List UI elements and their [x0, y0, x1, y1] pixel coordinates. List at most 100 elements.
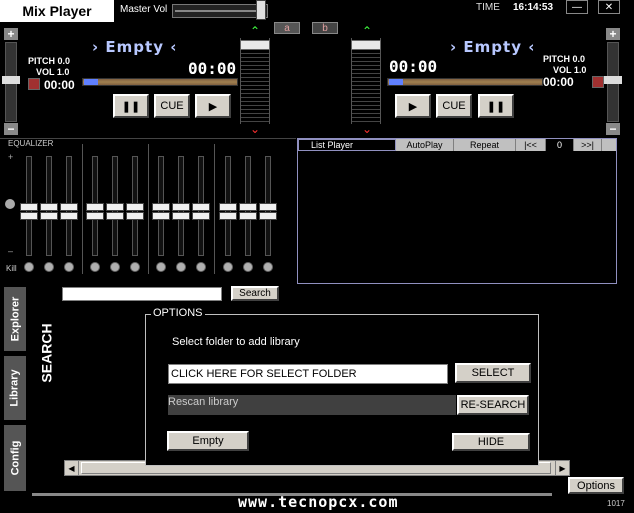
- kill-button[interactable]: [243, 262, 253, 272]
- kill-button[interactable]: [196, 262, 206, 272]
- rescan-label: Rescan library: [168, 395, 456, 415]
- cue-button-left[interactable]: CUE: [154, 94, 190, 118]
- reset-pitch-left[interactable]: [28, 78, 40, 90]
- pause-button-right[interactable]: ❚❚: [478, 94, 514, 118]
- deck-name-left: › Empty ‹: [92, 38, 178, 56]
- pitch-minus-right[interactable]: −: [606, 122, 620, 136]
- list-player-panel[interactable]: List Player AutoPlay Repeat |<< 0 >>|: [297, 138, 617, 284]
- kill-button[interactable]: [110, 262, 120, 272]
- progress-bar-left[interactable]: [82, 78, 238, 86]
- reset-pitch-right[interactable]: [592, 76, 604, 88]
- kill-button[interactable]: [176, 262, 186, 272]
- kill-button[interactable]: [90, 262, 100, 272]
- hide-button[interactable]: HIDE: [452, 433, 530, 451]
- eq-slider-knob[interactable]: [239, 212, 257, 220]
- volume-up-icon-right[interactable]: ⌃: [362, 24, 372, 38]
- play-button-left[interactable]: ▶: [195, 94, 231, 118]
- progress-marker-left[interactable]: [84, 79, 98, 85]
- kill-button[interactable]: [156, 262, 166, 272]
- autoplay-button[interactable]: AutoPlay: [396, 139, 454, 151]
- volume-down-icon-left[interactable]: ⌄: [250, 122, 260, 136]
- pitch-knob-right[interactable]: [604, 76, 622, 84]
- eq-slider-knob[interactable]: [152, 212, 170, 220]
- repeat-button[interactable]: Repeat: [454, 139, 516, 151]
- kill-button[interactable]: [263, 262, 273, 272]
- kill-button[interactable]: [130, 262, 140, 272]
- volume-down-icon-right[interactable]: ⌄: [362, 122, 372, 136]
- pause-icon: ❚❚: [121, 100, 141, 113]
- volume-fader-right[interactable]: [351, 38, 381, 124]
- eq-slider-knob[interactable]: [259, 203, 277, 211]
- eq-slider-knob[interactable]: [60, 203, 78, 211]
- master-vol-knob[interactable]: [256, 0, 266, 20]
- pitch-minus-left[interactable]: −: [4, 122, 18, 136]
- eq-slider-knob[interactable]: [86, 203, 104, 211]
- pause-button-left[interactable]: ❚❚: [113, 94, 149, 118]
- tab-library[interactable]: Library: [4, 356, 26, 420]
- select-button[interactable]: SELECT: [455, 363, 531, 383]
- b-button[interactable]: b: [312, 22, 338, 34]
- prev-button[interactable]: |<<: [516, 139, 546, 151]
- eq-slider-knob[interactable]: [20, 203, 38, 211]
- eq-slider-knob[interactable]: [172, 212, 190, 220]
- version-label: 1017: [607, 499, 625, 508]
- kill-button[interactable]: [223, 262, 233, 272]
- options-button[interactable]: Options: [568, 477, 624, 494]
- eq-slider-knob[interactable]: [172, 203, 190, 211]
- eq-slider-knob[interactable]: [219, 203, 237, 211]
- play-icon: ▶: [408, 100, 418, 113]
- eq-slider-knob[interactable]: [106, 203, 124, 211]
- progress-bar-right[interactable]: [387, 78, 543, 86]
- eq-slider-knob[interactable]: [192, 203, 210, 211]
- a-button[interactable]: a: [274, 22, 300, 34]
- eq-group-divider: [148, 144, 149, 274]
- eq-slider-knob[interactable]: [126, 203, 144, 211]
- scroll-right-icon[interactable]: ▶: [555, 461, 569, 475]
- search-side-label: SEARCH: [39, 323, 55, 383]
- scroll-left-icon[interactable]: ◀: [65, 461, 79, 475]
- next-button[interactable]: >>|: [574, 139, 602, 151]
- volume-fader-knob-right[interactable]: [351, 40, 381, 50]
- volume-up-icon-left[interactable]: ⌃: [250, 24, 260, 38]
- close-button[interactable]: ✕: [598, 0, 620, 14]
- search-input[interactable]: [62, 287, 222, 301]
- volume-fader-left[interactable]: [240, 38, 270, 124]
- cue-button-right[interactable]: CUE: [436, 94, 472, 118]
- master-vol-slider[interactable]: [172, 4, 268, 18]
- eq-slider-knob[interactable]: [40, 212, 58, 220]
- close-icon: ✕: [604, 1, 614, 13]
- kill-button[interactable]: [24, 262, 34, 272]
- eq-slider-knob[interactable]: [259, 212, 277, 220]
- eq-slider-knob[interactable]: [126, 212, 144, 220]
- kill-button[interactable]: [44, 262, 54, 272]
- pitch-plus-left[interactable]: +: [4, 27, 18, 41]
- play-button-right[interactable]: ▶: [395, 94, 431, 118]
- volume-fader-knob-left[interactable]: [240, 40, 270, 50]
- tab-config[interactable]: Config: [4, 425, 26, 491]
- folder-field[interactable]: CLICK HERE FOR SELECT FOLDER: [168, 364, 448, 384]
- search-button[interactable]: Search: [231, 286, 279, 301]
- kill-button[interactable]: [64, 262, 74, 272]
- eq-plus-label: +: [8, 152, 14, 162]
- pitch-plus-right[interactable]: +: [606, 27, 620, 41]
- small-time-left: 00:00: [44, 78, 75, 92]
- eq-reset-knob[interactable]: [5, 199, 15, 209]
- eq-slider-knob[interactable]: [86, 212, 104, 220]
- progress-marker-right[interactable]: [389, 79, 403, 85]
- small-time-right: 00:00: [543, 75, 574, 89]
- minimize-button[interactable]: —: [566, 0, 588, 14]
- eq-slider-knob[interactable]: [152, 203, 170, 211]
- eq-group-divider: [214, 144, 215, 274]
- eq-slider-knob[interactable]: [20, 212, 38, 220]
- research-button[interactable]: RE-SEARCH: [457, 395, 529, 415]
- app-title: Mix Player: [0, 0, 114, 22]
- eq-slider-knob[interactable]: [60, 212, 78, 220]
- eq-slider-knob[interactable]: [40, 203, 58, 211]
- pitch-knob-left[interactable]: [2, 76, 20, 84]
- empty-button[interactable]: Empty: [167, 431, 249, 451]
- eq-slider-knob[interactable]: [239, 203, 257, 211]
- eq-slider-knob[interactable]: [219, 212, 237, 220]
- eq-slider-knob[interactable]: [106, 212, 124, 220]
- eq-slider-knob[interactable]: [192, 212, 210, 220]
- tab-explorer[interactable]: Explorer: [4, 287, 26, 351]
